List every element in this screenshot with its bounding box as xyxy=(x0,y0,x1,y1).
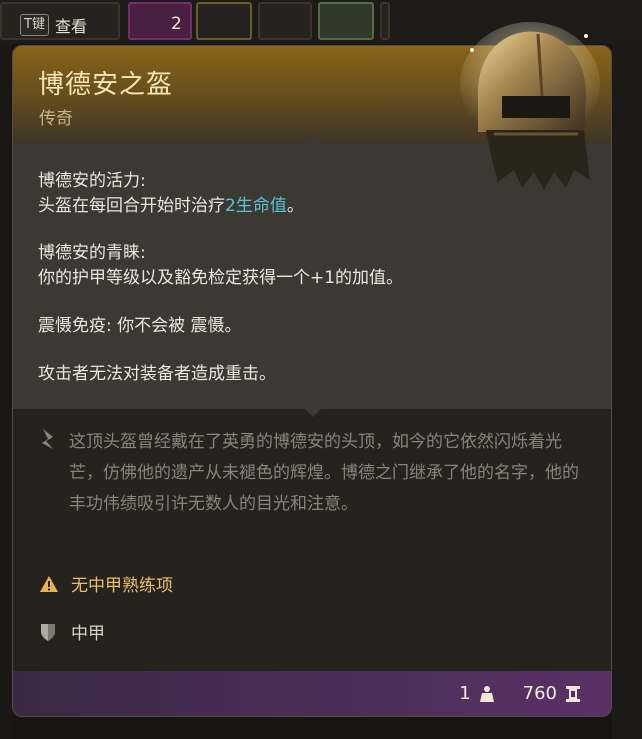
weight-icon xyxy=(479,685,494,702)
effect-name: 博德安的活力: xyxy=(38,171,146,191)
item-rarity: 传奇 xyxy=(39,109,73,129)
weight-value: 1 xyxy=(459,683,471,704)
effect-daze-immunity: 震慑免疫: 你不会被 震慑。 xyxy=(38,316,242,336)
inventory-slot[interactable] xyxy=(128,2,192,40)
proficiency-warning: 无中甲熟练项 xyxy=(39,571,173,596)
slot-stack-count: 2 xyxy=(171,14,182,34)
inventory-slot[interactable] xyxy=(196,2,252,40)
background-panel-right xyxy=(612,44,642,739)
tooltip-footer: 1 760 xyxy=(13,671,611,716)
effect-desc-text: 头盔在每回合开始时治疗 xyxy=(38,196,225,216)
key-cap: T键 xyxy=(20,14,49,36)
effect-desc: 头盔在每回合开始时治疗2生命值。 xyxy=(38,194,304,219)
inspect-label: 查看 xyxy=(54,17,87,36)
warning-label: 无中甲熟练项 xyxy=(71,576,173,596)
warning-icon xyxy=(40,575,58,592)
item-stats: 1 760 xyxy=(459,683,581,704)
quill-icon xyxy=(42,429,53,449)
effect-desc: 你的护甲等级以及豁免检定获得一个+1的加值。 xyxy=(38,268,404,288)
heal-amount: 2生命值 xyxy=(225,196,287,216)
item-title: 博德安之盔 xyxy=(38,70,174,100)
gold-icon xyxy=(566,685,580,702)
inventory-slot[interactable] xyxy=(258,2,312,40)
effect-vitality: 博德安的活力: 头盔在每回合开始时治疗2生命值。 xyxy=(38,169,304,219)
effect-favour: 博德安的青睐: 你的护甲等级以及豁免检定获得一个+1的加值。 xyxy=(38,241,403,291)
inspect-key-hint[interactable]: T键 查看 xyxy=(20,13,87,37)
inventory-slot[interactable] xyxy=(380,2,390,40)
effect-name: 博德安的青睐: xyxy=(38,243,146,263)
lore-text: 这顶头盔曾经戴在了英勇的博德安的头顶，如今的它依然闪烁着光芒，仿佛他的遗产从未褪… xyxy=(69,432,579,514)
gold-value: 760 xyxy=(522,683,557,704)
armor-type-row: 中甲 xyxy=(39,619,105,644)
background-panel-left xyxy=(0,44,12,739)
divider-notch xyxy=(305,135,321,143)
armor-type: 中甲 xyxy=(71,624,105,644)
effect-no-crits: 攻击者无法对装备者造成重击。 xyxy=(38,364,276,384)
effect-desc-end: 。 xyxy=(286,196,304,216)
helmet-icon xyxy=(460,22,600,190)
divider-notch xyxy=(305,409,321,417)
lore-section: 这顶头盔曾经戴在了英勇的博德安的头顶，如今的它依然闪烁着光芒，仿佛他的遗产从未褪… xyxy=(13,409,611,671)
shield-icon xyxy=(41,623,55,641)
inventory-slot[interactable] xyxy=(318,2,374,40)
